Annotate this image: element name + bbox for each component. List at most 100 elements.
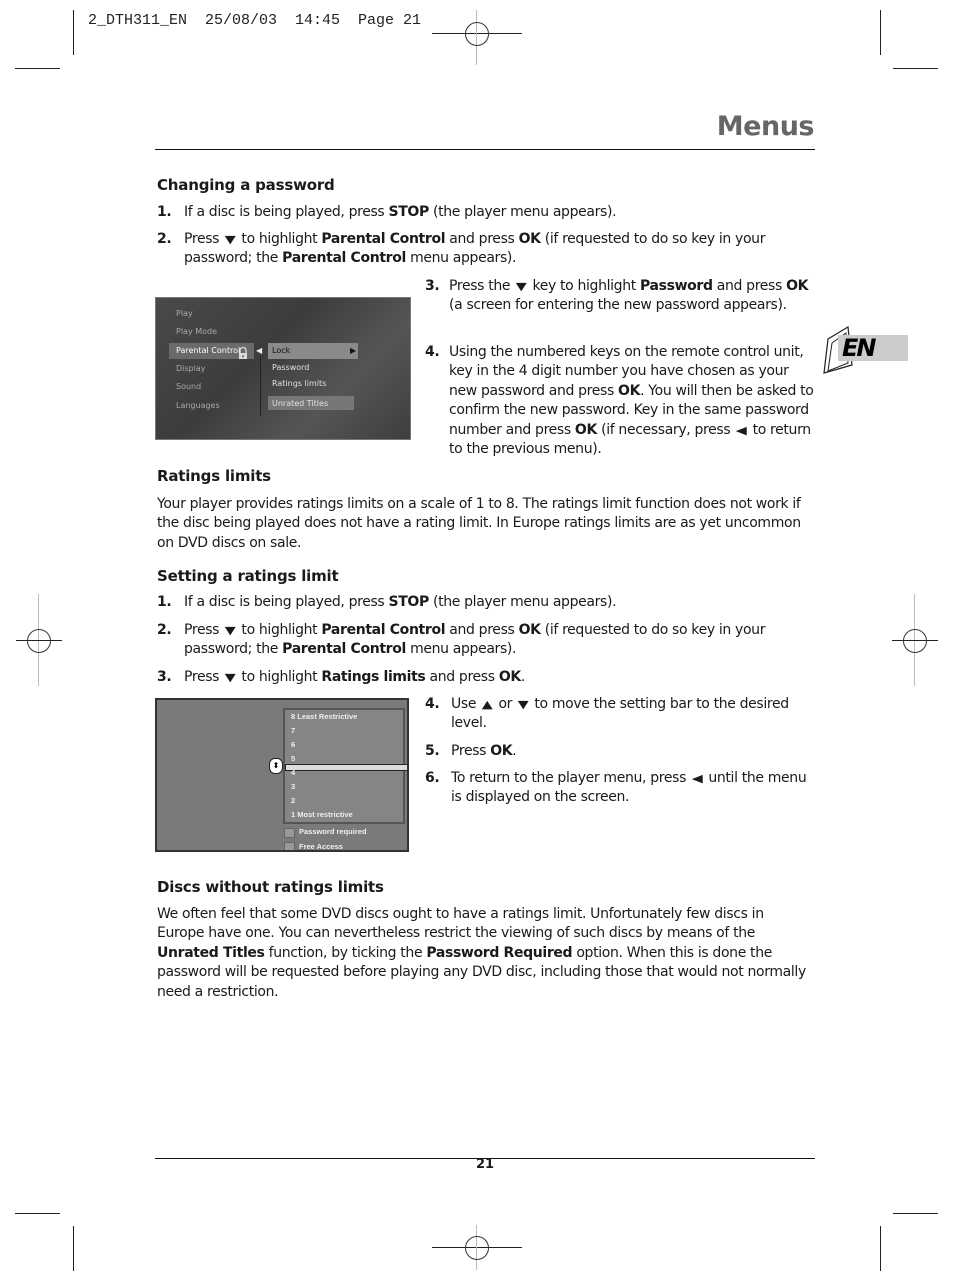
section-heading: Discs without ratings limits xyxy=(157,878,384,896)
registration-mark xyxy=(465,22,489,46)
emphasis: Password Required xyxy=(426,944,573,961)
text: and press xyxy=(445,231,519,247)
step-text: Press ▼ to highlight Parental Control an… xyxy=(157,230,797,269)
menu-item-selected: Parental Control xyxy=(176,346,241,355)
crop-mark xyxy=(893,1213,938,1214)
menu-item: Play xyxy=(176,309,193,318)
text: (the player menu appears). xyxy=(428,594,617,610)
crop-mark xyxy=(73,1226,74,1271)
step-number: 3. xyxy=(425,278,440,294)
emphasis: Parental Control xyxy=(321,231,446,247)
up-down-icon: ⬍ xyxy=(269,758,283,774)
text: (a screen for entering the new password … xyxy=(449,297,787,314)
step-number: 1. xyxy=(157,204,172,220)
crop-mark xyxy=(15,1213,60,1214)
option-label: Free Access xyxy=(299,842,343,851)
section-heading: Setting a ratings limit xyxy=(157,567,339,585)
level-item: 6 xyxy=(291,740,296,749)
step-item: 1. If a disc is being played, press STOP … xyxy=(157,593,797,612)
emphasis: OK xyxy=(518,622,541,638)
emphasis: OK xyxy=(518,231,541,247)
emphasis: Ratings limits xyxy=(321,669,426,685)
section-heading: Ratings limits xyxy=(157,467,271,485)
step-text: Press ▼ to highlight Parental Control an… xyxy=(157,621,797,660)
registration-mark xyxy=(903,629,927,653)
language-tab-label: EN xyxy=(842,334,877,362)
text: and press xyxy=(445,622,519,638)
submenu-item: Unrated Titles xyxy=(272,399,329,408)
text: Press xyxy=(184,231,224,247)
emphasis: Password xyxy=(639,278,713,294)
step-number: 6. xyxy=(425,770,440,786)
step-number: 4. xyxy=(425,344,440,360)
emphasis: OK xyxy=(786,278,809,294)
menu-item: Sound xyxy=(176,382,202,391)
menu-item: Languages xyxy=(176,401,220,410)
step-item: 3. Press the ▼ key to highlight Password … xyxy=(425,277,815,316)
step-item: 4. Using the numbered keys on the remote … xyxy=(425,343,815,459)
step-text: If a disc is being played, press STOP (t… xyxy=(157,203,797,222)
level-item: 7 xyxy=(291,726,296,735)
checkbox xyxy=(284,828,295,838)
step-text: Press ▼ to highlight Ratings limits and … xyxy=(157,668,797,687)
text: Press the xyxy=(449,278,515,294)
step-item: 6. To return to the player menu, press ◀ … xyxy=(425,769,815,808)
checkbox xyxy=(284,842,295,850)
registration-mark xyxy=(27,629,51,653)
divider xyxy=(260,356,261,416)
text: menu appears). xyxy=(405,641,517,658)
parental-control-screenshot: Play Play Mode Parental Control ◀ Displa… xyxy=(155,297,411,440)
level-item: 4 xyxy=(291,768,296,777)
step-number: 4. xyxy=(425,696,440,712)
discs-without-body: We often feel that some DVD discs ought … xyxy=(157,905,812,1002)
text: and press xyxy=(712,278,787,294)
text: to highlight xyxy=(237,231,322,247)
right-arrow-icon: ▶ xyxy=(350,346,357,355)
step-text: Press OK. xyxy=(425,742,815,761)
step-number: 1. xyxy=(157,594,172,610)
option-label: Password required xyxy=(299,827,367,836)
section-heading: Changing a password xyxy=(157,176,335,194)
crop-mark xyxy=(73,10,74,55)
emphasis: OK xyxy=(490,743,513,759)
step-item: 2. Press ▼ to highlight Parental Control … xyxy=(157,230,797,269)
emphasis: OK xyxy=(618,382,641,399)
text: menu appears). xyxy=(405,250,517,267)
text: and press xyxy=(425,669,499,685)
submenu-item-selected: Lock xyxy=(272,346,291,355)
step-item: 5. Press OK. xyxy=(425,742,815,761)
submenu-item: Password xyxy=(272,363,310,372)
emphasis: Parental Control xyxy=(321,622,446,638)
submenu-item: Ratings limits xyxy=(272,379,327,388)
text: If a disc is being played, press xyxy=(184,204,389,220)
page-number: 21 xyxy=(476,1157,495,1172)
emphasis: STOP xyxy=(388,204,429,220)
text: (the player menu appears). xyxy=(428,204,617,220)
text: Use xyxy=(451,696,481,712)
level-item: 8 Least Restrictive xyxy=(291,712,358,721)
level-item: 2 xyxy=(291,796,296,805)
step-text: Use ▲ or ▼ to move the setting bar to th… xyxy=(425,695,815,734)
text: (if necessary, press xyxy=(596,421,735,438)
ratings-limits-screenshot: 8 Least Restrictive 7 6 5 ⬍ 4 3 2 1 Most… xyxy=(155,698,409,852)
step-number: 2. xyxy=(157,622,172,638)
arrow-down-icon: ▼ xyxy=(224,624,236,637)
crop-mark xyxy=(15,68,60,69)
text: We often feel that some DVD discs ought … xyxy=(157,906,764,942)
print-slug: 2_DTH311_EN 25/08/03 14:45 Page 21 xyxy=(88,12,422,29)
text: . xyxy=(512,743,517,759)
crop-mark xyxy=(880,10,881,55)
arrow-down-icon: ▼ xyxy=(517,698,529,711)
emphasis: Unrated Titles xyxy=(157,944,265,961)
arrow-up-icon: ▲ xyxy=(482,698,493,711)
text: to highlight xyxy=(237,669,322,685)
level-item: 1 Most restrictive xyxy=(291,810,353,819)
text: If a disc is being played, press xyxy=(184,594,389,610)
left-arrow-icon: ◀ xyxy=(256,346,263,355)
arrow-left-icon: ◀ xyxy=(736,423,747,437)
emphasis: Parental Control xyxy=(282,641,406,658)
registration-mark xyxy=(465,1236,489,1260)
level-item: 3 xyxy=(291,782,296,791)
text: . xyxy=(520,669,525,685)
step-item: 4. Use ▲ or ▼ to move the setting bar to … xyxy=(425,695,815,734)
